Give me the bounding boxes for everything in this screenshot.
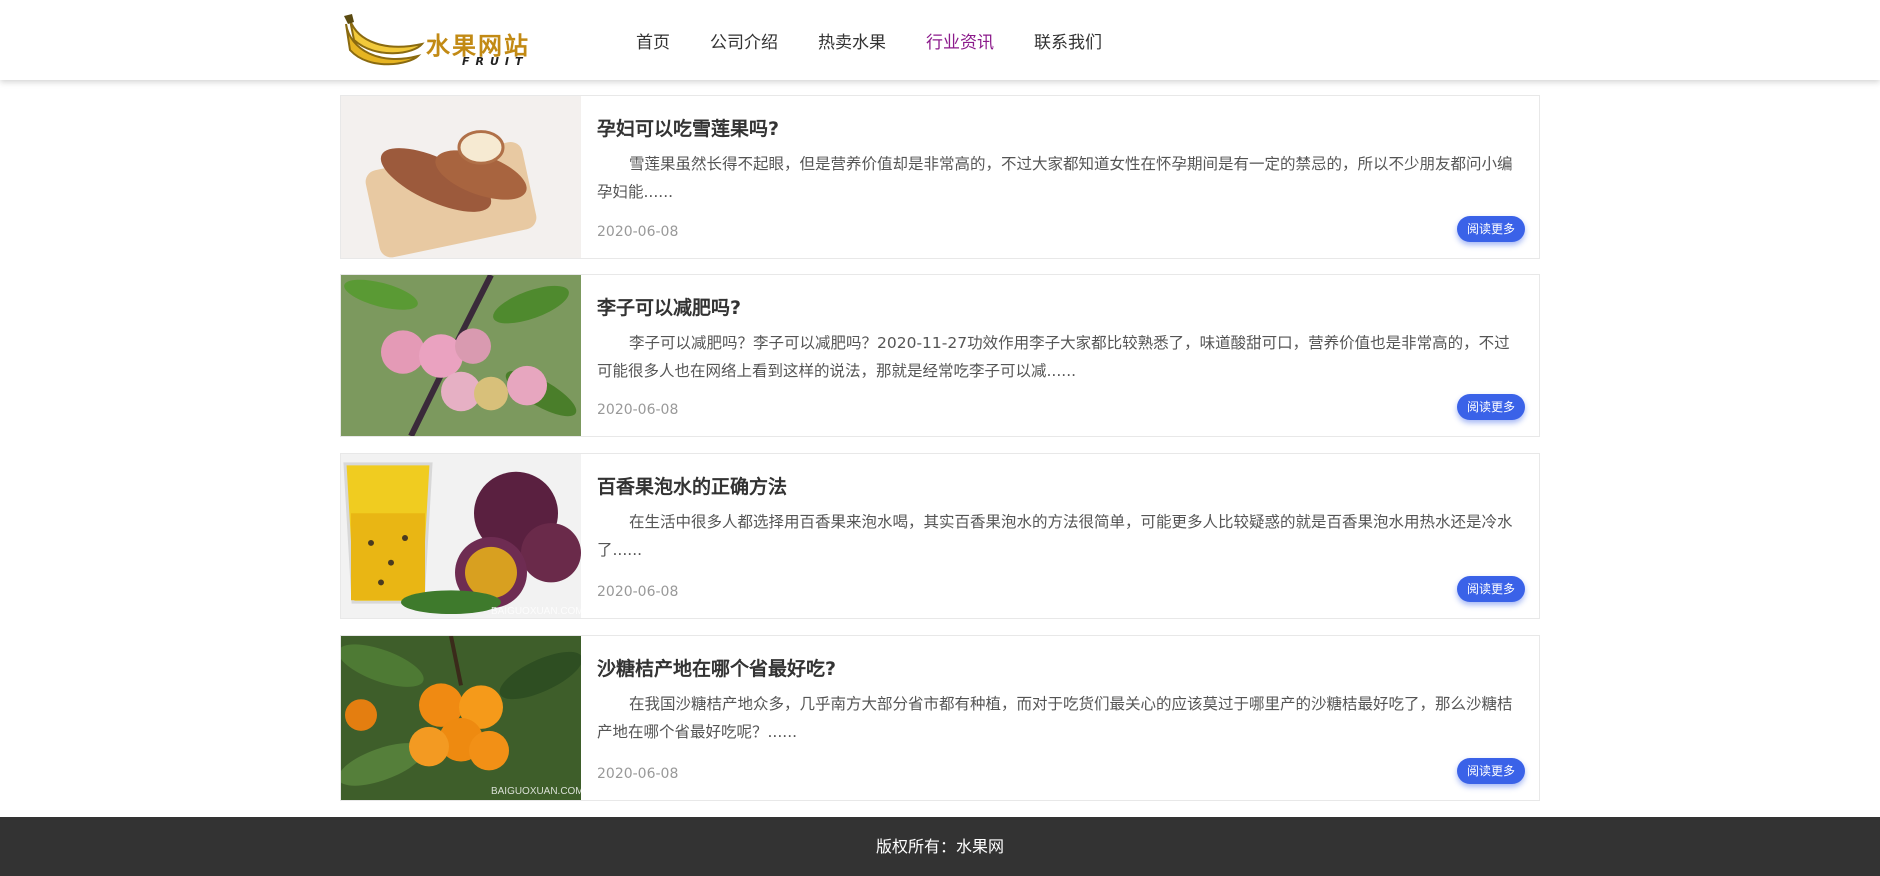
news-title[interactable]: 孕妇可以吃雪莲果吗? <box>597 114 779 141</box>
news-excerpt: 在我国沙糖桔产地众多，几乎南方大部分省市都有种植，而对于吃货们最关心的应该莫过于… <box>597 695 1513 741</box>
news-card[interactable]: 孕妇可以吃雪莲果吗? 雪莲果虽然长得不起眼，但是营养价值却是非常高的，不过大家都… <box>340 95 1540 259</box>
news-date: 2020-06-08 <box>597 584 679 600</box>
read-more-button[interactable]: 阅读更多 <box>1457 394 1525 420</box>
nav-item-news[interactable]: 行业资讯 <box>926 28 994 53</box>
news-content: 百香果泡水的正确方法 在生活中很多人都选择用百香果来泡水喝，其实百香果泡水的方法… <box>597 454 1525 618</box>
news-card[interactable]: 李子可以减肥吗? 李子可以减肥吗？李子可以减肥吗？2020-11-27功效作用李… <box>340 274 1540 437</box>
read-more-button[interactable]: 阅读更多 <box>1457 576 1525 602</box>
nav-item-contact[interactable]: 联系我们 <box>1034 28 1102 53</box>
site-header: 水果网站 FRUIT 首页 公司介绍 热卖水果 行业资讯 联系我们 <box>0 0 1880 80</box>
news-title[interactable]: 沙糖桔产地在哪个省最好吃? <box>597 654 836 681</box>
plum-icon <box>341 275 581 436</box>
news-thumbnail[interactable]: BAIGUOXUAN.COM <box>341 454 581 618</box>
news-excerpt: 雪莲果虽然长得不起眼，但是营养价值却是非常高的，不过大家都知道女性在怀孕期间是有… <box>597 155 1513 201</box>
news-thumbnail[interactable] <box>341 96 581 258</box>
news-excerpt: 李子可以减肥吗？李子可以减肥吗？2020-11-27功效作用李子大家都比较熟悉了… <box>597 334 1510 380</box>
copyright-text: 版权所有：水果网 <box>875 837 1004 856</box>
news-content: 沙糖桔产地在哪个省最好吃? 在我国沙糖桔产地众多，几乎南方大部分省市都有种植，而… <box>597 636 1525 800</box>
news-card[interactable]: BAIGUOXUAN.COM 沙糖桔产地在哪个省最好吃? 在我国沙糖桔产地众多，… <box>340 635 1540 801</box>
nav-item-about[interactable]: 公司介绍 <box>710 28 778 53</box>
news-thumbnail[interactable]: BAIGUOXUAN.COM <box>341 636 581 800</box>
news-content: 孕妇可以吃雪莲果吗? 雪莲果虽然长得不起眼，但是营养价值却是非常高的，不过大家都… <box>597 96 1525 258</box>
read-more-button[interactable]: 阅读更多 <box>1457 758 1525 784</box>
nav-item-home[interactable]: 首页 <box>636 28 670 53</box>
site-logo[interactable]: 水果网站 FRUIT <box>340 10 540 72</box>
image-watermark: BAIGUOXUAN.COM <box>491 606 581 617</box>
image-watermark: BAIGUOXUAN.COM <box>491 786 581 797</box>
news-date: 2020-06-08 <box>597 224 679 240</box>
read-more-button[interactable]: 阅读更多 <box>1457 216 1525 242</box>
site-footer: 版权所有：水果网 <box>0 817 1880 876</box>
nav-item-hot-fruits[interactable]: 热卖水果 <box>818 28 886 53</box>
news-title[interactable]: 李子可以减肥吗? <box>597 293 741 320</box>
banana-icon <box>344 14 425 66</box>
news-title[interactable]: 百香果泡水的正确方法 <box>597 472 787 499</box>
news-card[interactable]: BAIGUOXUAN.COM 百香果泡水的正确方法 在生活中很多人都选择用百香果… <box>340 453 1540 619</box>
news-content: 李子可以减肥吗? 李子可以减肥吗？李子可以减肥吗？2020-11-27功效作用李… <box>597 275 1525 436</box>
news-date: 2020-06-08 <box>597 402 679 418</box>
passionfruit-icon: BAIGUOXUAN.COM <box>341 454 581 618</box>
news-excerpt: 在生活中很多人都选择用百香果来泡水喝，其实百香果泡水的方法很简单，可能更多人比较… <box>597 513 1513 559</box>
logo-subtext: FRUIT <box>462 55 529 68</box>
tangerine-icon: BAIGUOXUAN.COM <box>341 636 581 800</box>
news-thumbnail[interactable] <box>341 275 581 436</box>
yacon-icon <box>341 96 581 258</box>
main-nav: 首页 公司介绍 热卖水果 行业资讯 联系我们 <box>636 28 1142 53</box>
news-date: 2020-06-08 <box>597 766 679 782</box>
